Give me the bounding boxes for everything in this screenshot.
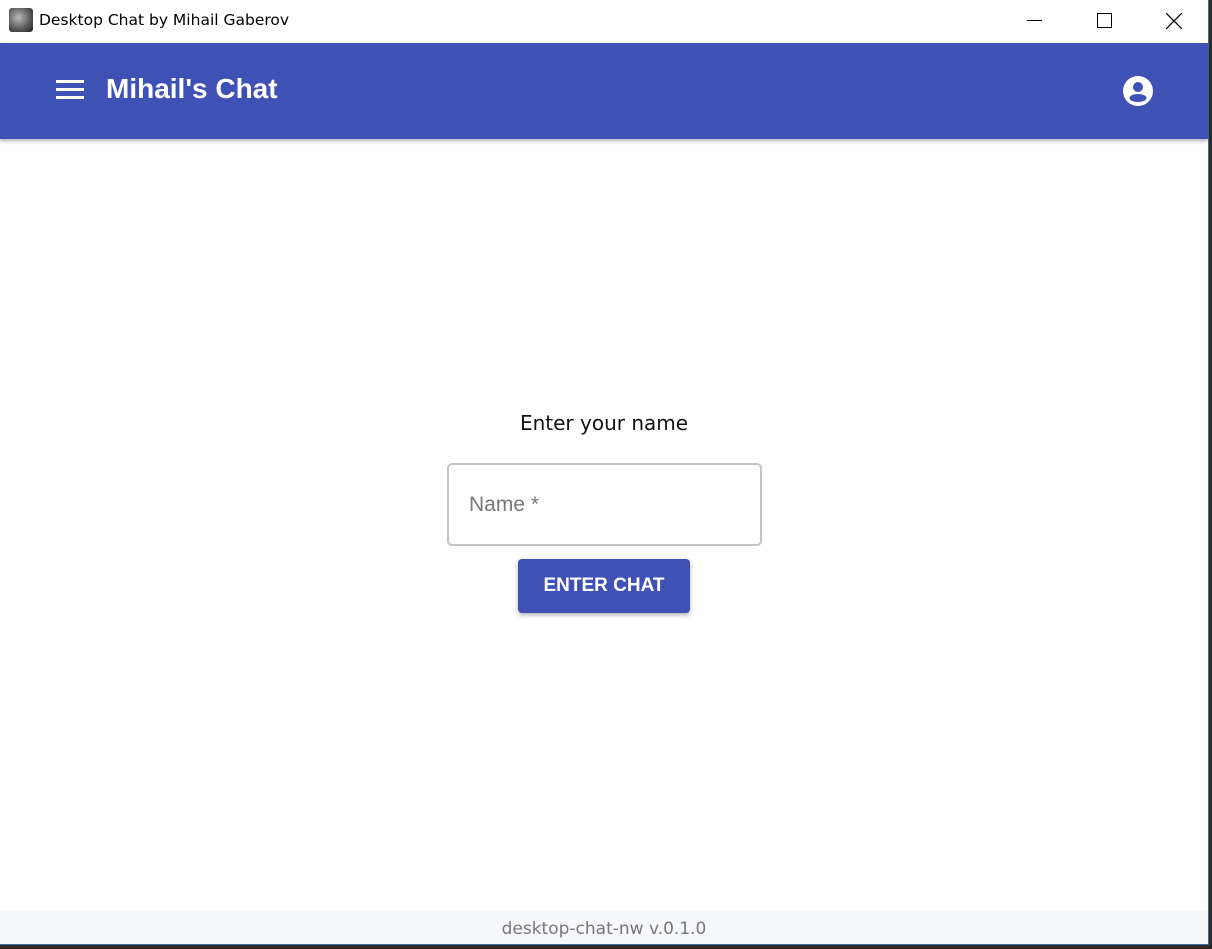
- window-title: Desktop Chat by Mihail Gaberov: [39, 11, 290, 29]
- app-title: Mihail's Chat: [106, 73, 278, 104]
- minimize-button[interactable]: [1011, 0, 1057, 43]
- maximize-button[interactable]: [1081, 0, 1127, 43]
- app-logo-icon: [9, 8, 33, 32]
- menu-icon[interactable]: [56, 80, 84, 100]
- version-footer: desktop-chat-nw v.0.1.0: [0, 910, 1208, 944]
- name-prompt: Enter your name: [519, 411, 689, 435]
- close-icon: [1166, 13, 1182, 29]
- close-button[interactable]: [1151, 0, 1197, 43]
- account-circle-icon[interactable]: [1123, 76, 1153, 106]
- enter-chat-button[interactable]: ENTER CHAT: [518, 559, 690, 613]
- name-input[interactable]: [449, 465, 760, 544]
- login-panel: Enter your name ENTER CHAT: [0, 139, 1208, 910]
- app-bar: Mihail's Chat: [0, 43, 1208, 139]
- title-bar: Desktop Chat by Mihail Gaberov: [0, 0, 1208, 43]
- name-field[interactable]: [447, 463, 762, 546]
- app-window: Desktop Chat by Mihail Gaberov Mihail's …: [0, 0, 1209, 945]
